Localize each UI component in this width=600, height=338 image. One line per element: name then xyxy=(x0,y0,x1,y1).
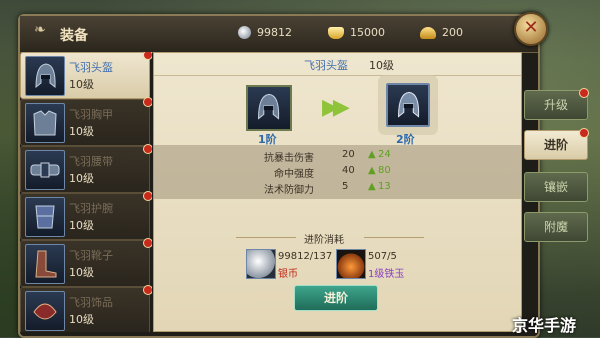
stat-row: 法术防御力 5 ▲ 13 xyxy=(154,181,521,197)
equipment-item-level: 10级 xyxy=(69,313,94,326)
equipment-item-accessory[interactable]: 飞羽饰品 10级 xyxy=(20,285,152,332)
divider xyxy=(154,75,521,76)
stat-row: 抗暴击伤害 20 ▲ 24 xyxy=(154,149,521,165)
increase-arrow-icon: ▲ xyxy=(368,165,376,176)
current-stage-slot[interactable] xyxy=(246,85,292,131)
notification-dot xyxy=(579,88,589,98)
cost-silver-name: 银币 xyxy=(278,269,298,280)
equipment-item-name: 飞羽饰品 xyxy=(69,296,113,309)
stat-current: 5 xyxy=(342,181,349,192)
selected-item-name: 飞羽头盔 xyxy=(304,59,348,72)
equipment-item-level: 10级 xyxy=(69,125,94,138)
boots-icon xyxy=(25,244,65,284)
yuanbao-icon xyxy=(420,26,436,39)
increase-arrow-icon: ▲ xyxy=(368,149,376,160)
equipment-item-bracer[interactable]: 飞羽护腕 10级 xyxy=(20,191,152,240)
stat-label: 法术防御力 xyxy=(264,185,314,196)
equipment-item-boots[interactable]: 飞羽靴子 10级 xyxy=(20,238,152,287)
stat-label: 命中强度 xyxy=(274,169,314,180)
close-button[interactable]: ✕ xyxy=(514,12,548,46)
currency-yuanbao-value: 200 xyxy=(442,26,463,39)
silver-coin-icon xyxy=(246,249,276,279)
equipment-item-chest[interactable]: 飞羽胸甲 10级 xyxy=(20,97,152,146)
chest-armor-icon xyxy=(25,103,65,143)
notification-dot xyxy=(143,191,152,201)
tab-label: 镶嵌 xyxy=(543,180,568,194)
notification-dot xyxy=(143,285,152,295)
currency-yuanbao: 200 xyxy=(420,26,463,39)
tab-upgrade[interactable]: 升级 xyxy=(524,88,589,120)
increase-arrow-icon: ▲ xyxy=(368,181,376,192)
upgrade-arrow-icon: ▶▶ xyxy=(322,95,350,120)
stat-next: 80 xyxy=(378,165,391,176)
stat-current: 40 xyxy=(342,165,355,176)
equipment-item-name: 飞羽头盔 xyxy=(69,61,113,74)
notification-dot xyxy=(143,52,152,60)
currency-silver: 99812 xyxy=(238,26,292,39)
currency-silver-value: 99812 xyxy=(257,26,292,39)
equipment-list: 飞羽头盔 10级 飞羽胸甲 10级 飞羽腰带 10级 飞羽护腕 10级 飞羽靴子… xyxy=(20,52,152,332)
iron-jade-icon xyxy=(336,249,366,279)
currency-gold-value: 15000 xyxy=(350,26,385,39)
belt-icon xyxy=(25,150,65,190)
equipment-item-level: 10级 xyxy=(69,219,94,232)
stat-next: 13 xyxy=(378,181,391,192)
window-title: 装备 xyxy=(60,28,88,44)
cost-jade-amount: 507/5 xyxy=(368,251,397,262)
notification-dot xyxy=(143,144,152,154)
divider xyxy=(236,237,296,238)
equipment-item-level: 10级 xyxy=(69,172,94,185)
stat-row: 命中强度 40 ▲ 80 xyxy=(154,165,521,181)
next-stage-slot[interactable] xyxy=(386,83,430,127)
equipment-item-name: 飞羽靴子 xyxy=(69,249,113,262)
tab-enchant[interactable]: 附魔 xyxy=(524,212,588,242)
equipment-item-belt[interactable]: 飞羽腰带 10级 xyxy=(20,144,152,193)
helmet-icon xyxy=(25,56,65,96)
gold-ingot-icon xyxy=(328,26,344,39)
tab-advance[interactable]: 进阶 xyxy=(524,128,589,160)
currency-gold: 15000 xyxy=(328,26,385,39)
advance-panel: 飞羽头盔 10级 1阶 ▶▶ 2阶 抗暴击伤害 20 ▲ 24 命中强度 40 … xyxy=(153,52,522,332)
advance-button[interactable]: 进阶 xyxy=(294,285,378,311)
accessory-icon xyxy=(25,291,65,331)
divider xyxy=(364,237,424,238)
helmet-icon xyxy=(397,91,420,118)
cost-title: 进阶消耗 xyxy=(304,235,344,246)
selected-item-level: 10级 xyxy=(369,59,394,72)
close-icon: ✕ xyxy=(523,17,539,38)
cost-silver-amount: 99812/137 xyxy=(278,251,333,262)
tab-label: 升级 xyxy=(543,98,568,112)
tab-label: 进阶 xyxy=(543,138,568,152)
helmet-icon xyxy=(257,93,280,120)
silver-coin-icon xyxy=(238,26,251,39)
title-bar: ❧ 装备 99812 15000 200 xyxy=(20,16,538,53)
stats-section: 抗暴击伤害 20 ▲ 24 命中强度 40 ▲ 80 法术防御力 5 ▲ 13 xyxy=(154,145,521,199)
stat-next: 24 xyxy=(378,149,391,160)
tab-inlay[interactable]: 镶嵌 xyxy=(524,172,588,202)
notification-dot xyxy=(143,97,152,107)
notification-dot xyxy=(579,128,589,138)
stat-label: 抗暴击伤害 xyxy=(264,153,314,164)
equipment-item-name: 飞羽护腕 xyxy=(69,202,113,215)
stat-current: 20 xyxy=(342,149,355,160)
equipment-item-level: 10级 xyxy=(69,266,94,279)
leaf-ornament-icon: ❧ xyxy=(34,22,46,38)
equipment-item-name: 飞羽腰带 xyxy=(69,155,113,168)
equipment-item-level: 10级 xyxy=(69,78,94,91)
tab-label: 附魔 xyxy=(543,220,568,234)
notification-dot xyxy=(143,238,152,248)
bracer-icon xyxy=(25,197,65,237)
watermark: 京华手游 xyxy=(512,316,577,335)
cost-jade-name: 1级铁玉 xyxy=(368,269,405,280)
equipment-item-name: 飞羽胸甲 xyxy=(69,108,113,121)
equipment-item-helmet[interactable]: 飞羽头盔 10级 xyxy=(20,52,152,99)
